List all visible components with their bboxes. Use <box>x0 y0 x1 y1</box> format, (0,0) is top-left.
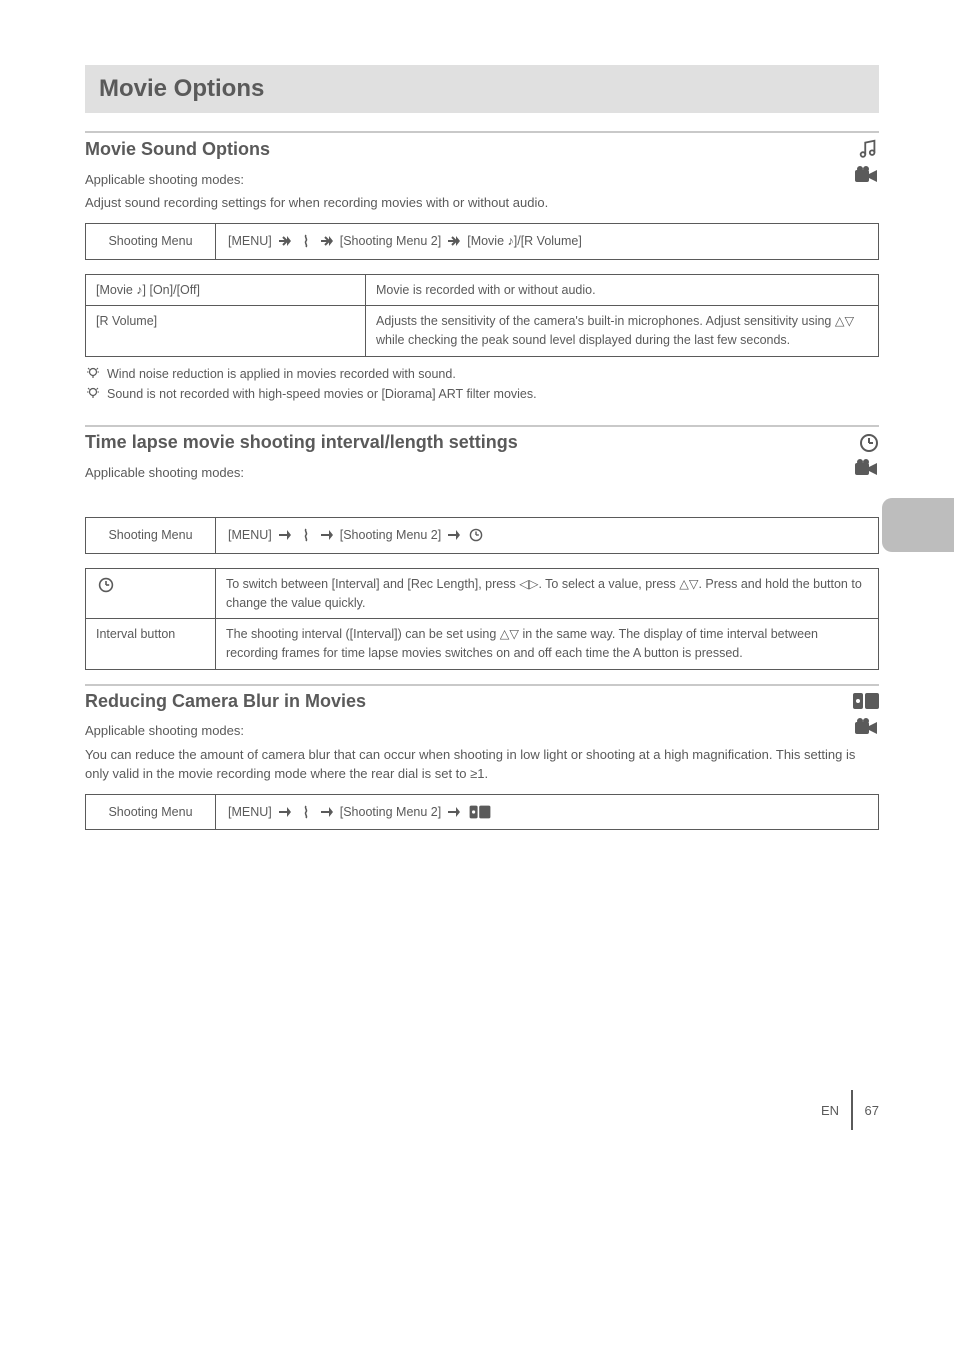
arrow-right-icon <box>278 529 292 541</box>
table-row: [R Volume] Adjusts the sensitivity of th… <box>86 306 879 357</box>
sound-modes-label: Applicable shooting modes: <box>85 172 244 187</box>
is-nav-seg-1: [Shooting Menu 2] <box>340 803 441 822</box>
footer-lang: EN <box>821 1103 839 1118</box>
timelapse-heading-row: Time lapse movie shooting interval/lengt… <box>85 425 879 453</box>
timelapse-opt-1-name: Interval button <box>86 619 216 670</box>
sound-heading-row: Movie Sound Options <box>85 131 879 160</box>
movie-camera-icon <box>853 459 879 485</box>
clock-icon <box>469 528 483 542</box>
timelapse-modes-row: Applicable shooting modes: <box>85 459 879 485</box>
sound-nav-path: [MENU] [Shooting Menu 2] [Movie ♪]/[R Vo… <box>216 224 594 259</box>
timelapse-modes-label: Applicable shooting modes: <box>85 465 244 480</box>
camera-squiggle-icon <box>300 528 312 542</box>
is-heading-row: Reducing Camera Blur in Movies <box>85 684 879 712</box>
timelapse-nav-label: Shooting Menu <box>86 518 216 553</box>
clock-icon <box>859 433 879 453</box>
camera-squiggle-icon <box>300 234 312 248</box>
footer-divider <box>851 1090 853 1130</box>
sound-tip-1: Sound is not recorded with high-speed mo… <box>85 385 879 403</box>
timelapse-opt-0-name <box>86 568 216 619</box>
is-modes-label: Applicable shooting modes: <box>85 723 244 738</box>
is-body: You can reduce the amount of camera blur… <box>85 746 879 784</box>
movie-camera-icon <box>853 718 879 744</box>
timelapse-options-table: To switch between [Interval] and [Rec Le… <box>85 568 879 670</box>
movie-camera-icon <box>853 166 879 192</box>
arrow-right-icon <box>447 529 461 541</box>
is-icon <box>853 691 879 711</box>
section-sound: Movie Sound Options Applicable shooting … <box>85 131 879 403</box>
sound-nav-seg-2: [Movie ♪]/[R Volume] <box>467 232 582 251</box>
timelapse-nav-box: Shooting Menu [MENU] [Shooting Menu 2] <box>85 517 879 554</box>
sound-tip-1-text: Sound is not recorded with high-speed mo… <box>107 385 537 403</box>
arrow-right-icon <box>320 806 334 818</box>
arrow-right-icon <box>447 235 461 247</box>
is-nav-label: Shooting Menu <box>86 795 216 830</box>
arrow-right-icon <box>447 806 461 818</box>
arrow-right-icon <box>320 529 334 541</box>
timelapse-nav-seg-0: [MENU] <box>228 526 272 545</box>
arrow-right-icon <box>278 235 292 247</box>
timelapse-heading: Time lapse movie shooting interval/lengt… <box>85 432 853 453</box>
footer-page-number: 67 <box>865 1103 879 1118</box>
section-timelapse: Time lapse movie shooting interval/lengt… <box>85 425 879 670</box>
table-row: To switch between [Interval] and [Rec Le… <box>86 568 879 619</box>
page-footer: EN 67 <box>85 1090 879 1130</box>
lightbulb-icon <box>85 365 101 380</box>
sound-tip-0-text: Wind noise reduction is applied in movie… <box>107 365 456 383</box>
sound-heading: Movie Sound Options <box>85 139 851 160</box>
timelapse-opt-1-desc: The shooting interval ([Interval]) can b… <box>216 619 879 670</box>
lightbulb-icon <box>85 385 101 400</box>
clock-icon <box>98 577 114 593</box>
sound-nav-seg-1: [Shooting Menu 2] <box>340 232 441 251</box>
timelapse-opt-0-desc: To switch between [Interval] and [Rec Le… <box>216 568 879 619</box>
sound-body: Adjust sound recording settings for when… <box>85 194 879 213</box>
side-tab <box>882 498 954 552</box>
camera-squiggle-icon <box>300 805 312 819</box>
section-is: Reducing Camera Blur in Movies Applicabl… <box>85 684 879 830</box>
sound-nav-box: Shooting Menu [MENU] [Shooting Menu 2] [… <box>85 223 879 260</box>
table-row: [Movie ♪] [On]/[Off] Movie is recorded w… <box>86 274 879 306</box>
arrow-right-icon <box>320 235 334 247</box>
is-modes-row: Applicable shooting modes: <box>85 718 879 744</box>
sound-note-icon <box>857 138 879 160</box>
is-nav-box: Shooting Menu [MENU] [Shooting Menu 2] <box>85 794 879 831</box>
sound-opt-0-desc: Movie is recorded with or without audio. <box>366 274 879 306</box>
sound-opt-0-name: [Movie ♪] [On]/[Off] <box>86 274 366 306</box>
is-icon <box>469 804 491 820</box>
sound-nav-seg-0: [MENU] <box>228 232 272 251</box>
arrow-right-icon <box>278 806 292 818</box>
timelapse-nav-path: [MENU] [Shooting Menu 2] <box>216 518 497 553</box>
table-row: Interval button The shooting interval ([… <box>86 619 879 670</box>
is-nav-seg-0: [MENU] <box>228 803 272 822</box>
timelapse-nav-seg-1: [Shooting Menu 2] <box>340 526 441 545</box>
sound-modes-row: Applicable shooting modes: <box>85 166 879 192</box>
sound-opt-1-name: [R Volume] <box>86 306 366 357</box>
sound-opt-1-desc: Adjusts the sensitivity of the camera's … <box>366 306 879 357</box>
sound-options-table: [Movie ♪] [On]/[Off] Movie is recorded w… <box>85 274 879 357</box>
is-heading: Reducing Camera Blur in Movies <box>85 691 847 712</box>
sound-tip-0: Wind noise reduction is applied in movie… <box>85 365 879 383</box>
sound-nav-label: Shooting Menu <box>86 224 216 259</box>
is-nav-path: [MENU] [Shooting Menu 2] <box>216 795 505 830</box>
page-title: Movie Options <box>85 65 879 113</box>
